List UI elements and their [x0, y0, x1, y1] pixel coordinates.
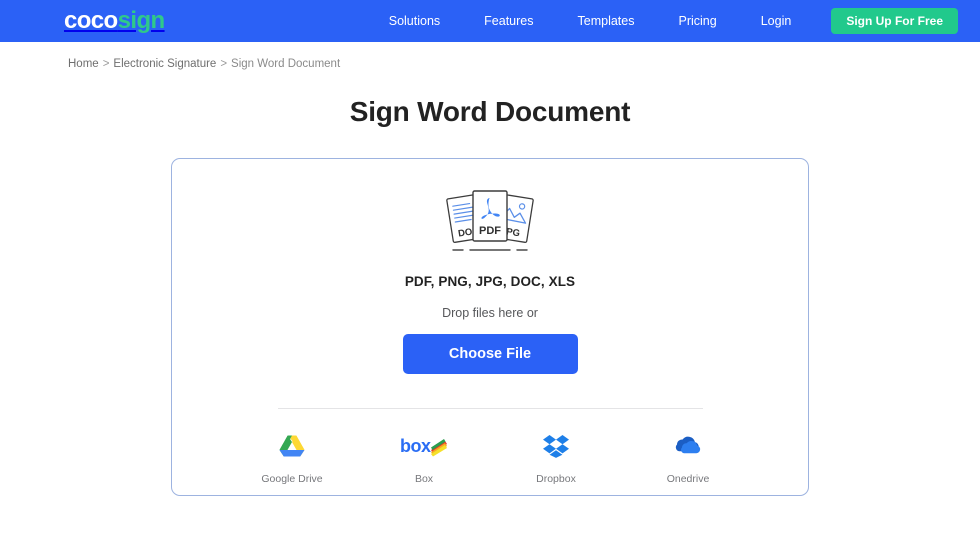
breadcrumb-separator-2: >	[220, 58, 228, 70]
cocosign-logo[interactable]: cocosign	[64, 9, 165, 33]
onedrive-icon	[673, 431, 703, 461]
breadcrumb-separator-1: >	[102, 58, 110, 70]
main-navigation: Solutions Features Templates Pricing Log…	[367, 0, 958, 42]
document-stack-icon: DOC JPG PDF	[446, 190, 534, 251]
box-icon: box	[400, 431, 448, 461]
cloud-option-onedrive[interactable]: Onedrive	[650, 431, 726, 485]
site-header: cocosign Solutions Features Templates Pr…	[0, 0, 980, 42]
logo-text-sign: sign	[117, 7, 166, 34]
svg-text:PDF: PDF	[479, 225, 501, 237]
card-divider	[277, 408, 703, 409]
cloud-option-dropbox[interactable]: Dropbox	[518, 431, 594, 485]
breadcrumb: Home > Electronic Signature > Sign Word Docu…	[0, 42, 980, 70]
cloud-option-box[interactable]: box Box	[386, 431, 462, 485]
breadcrumb-item-home[interactable]: Home	[68, 58, 99, 70]
cloud-storage-options: Google Drive box Box Dropbox Onedrive	[254, 431, 726, 485]
cloud-label-google-drive: Google Drive	[261, 473, 323, 485]
sign-up-for-free-button[interactable]: Sign Up For Free	[831, 8, 958, 34]
cloud-label-dropbox: Dropbox	[536, 473, 576, 485]
cloud-option-google-drive[interactable]: Google Drive	[254, 431, 330, 485]
dropbox-icon	[543, 431, 569, 461]
nav-item-solutions[interactable]: Solutions	[367, 0, 462, 42]
breadcrumb-item-electronic-signature[interactable]: Electronic Signature	[113, 58, 216, 70]
drop-files-label: Drop files here or	[442, 306, 538, 320]
cloud-label-onedrive: Onedrive	[666, 473, 710, 485]
choose-file-button[interactable]: Choose File	[402, 334, 578, 374]
nav-item-templates[interactable]: Templates	[556, 0, 657, 42]
svg-text:box: box	[400, 436, 431, 456]
breadcrumb-item-current: Sign Word Document	[231, 58, 341, 70]
supported-filetypes-label: PDF, PNG, JPG, DOC, XLS	[404, 274, 576, 289]
logo-text-coco: coco	[64, 7, 118, 34]
file-upload-card[interactable]: DOC JPG PDF PDF, PNG, JPG, DOC, XLS Drop…	[171, 158, 809, 496]
page-title: Sign Word Document	[349, 96, 631, 127]
google-drive-icon	[279, 431, 305, 461]
nav-item-pricing[interactable]: Pricing	[657, 0, 739, 42]
nav-item-login[interactable]: Login	[739, 0, 814, 42]
cloud-label-box: Box	[414, 473, 434, 485]
nav-item-features[interactable]: Features	[462, 0, 555, 42]
